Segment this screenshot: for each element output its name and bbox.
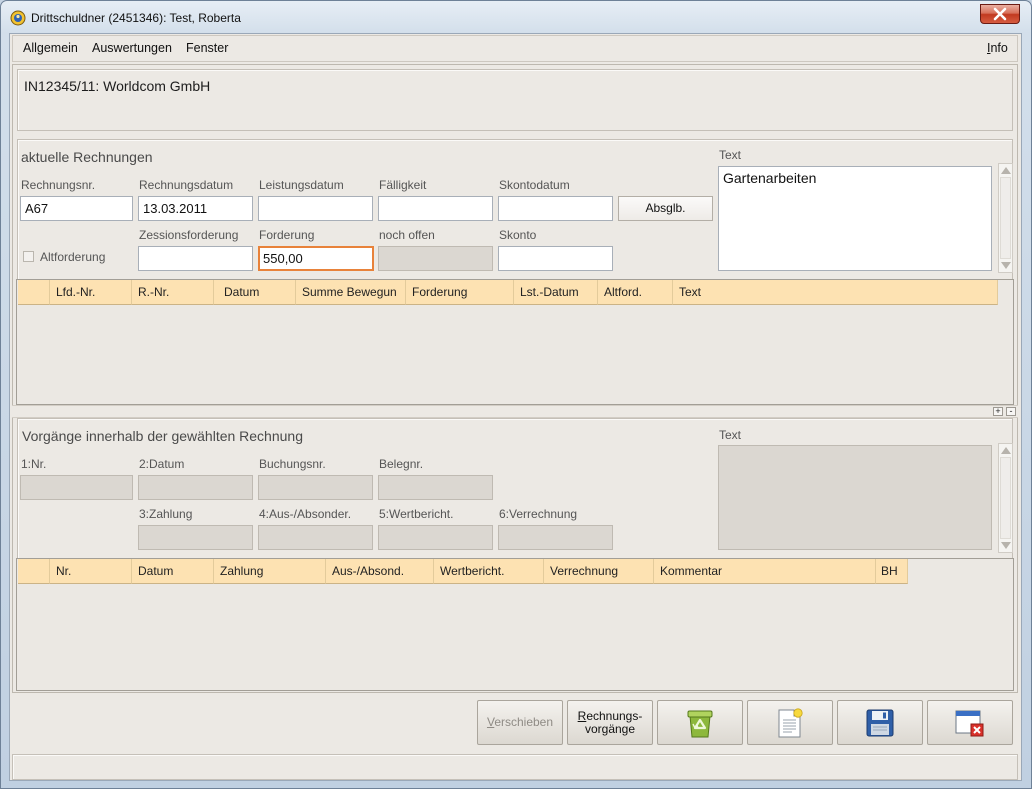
invoices-col-altford[interactable]: Altford. bbox=[598, 280, 673, 305]
invoices-title: aktuelle Rechnungen bbox=[21, 149, 153, 165]
tx-nr-label: 1:Nr. bbox=[21, 457, 47, 471]
zessionsforderung-input[interactable] bbox=[138, 246, 253, 271]
rechnungsnr-input[interactable] bbox=[20, 196, 133, 221]
new-document-button[interactable] bbox=[747, 700, 833, 745]
invoices-col-text[interactable]: Text bbox=[673, 280, 998, 305]
menu-allgemein[interactable]: Allgemein bbox=[23, 41, 78, 56]
invoices-col-lfd-nr[interactable]: Lfd.-Nr. bbox=[50, 280, 132, 305]
invoices-col-datum[interactable]: Datum bbox=[214, 280, 296, 305]
splitter-collapse-button[interactable]: - bbox=[1006, 407, 1016, 416]
tx-buchungsnr-label: Buchungsnr. bbox=[259, 457, 326, 471]
status-bar bbox=[12, 754, 1018, 780]
rechnungsnr-label: Rechnungsnr. bbox=[21, 178, 96, 192]
window-close-button[interactable] bbox=[980, 4, 1020, 24]
menu-auswertungen[interactable]: Auswertungen bbox=[92, 41, 172, 56]
tx-text-area bbox=[718, 445, 992, 550]
rechnungsvorgaenge-label-line2: vorgänge bbox=[584, 721, 636, 736]
tx-zahlung-label: 3:Zahlung bbox=[139, 507, 193, 521]
menu-info[interactable]: Info bbox=[987, 41, 1008, 56]
invoice-text-area[interactable]: Gartenarbeiten bbox=[718, 166, 992, 271]
tx-col-wertbericht[interactable]: Wertbericht. bbox=[434, 559, 544, 584]
tx-col-bh[interactable]: BH bbox=[876, 559, 908, 584]
tx-belegnr-label: Belegnr. bbox=[379, 457, 424, 471]
transactions-table-select-header[interactable] bbox=[18, 559, 50, 584]
tx-col-verrechnung[interactable]: Verrechnung bbox=[544, 559, 654, 584]
rechnungsdatum-input[interactable] bbox=[138, 196, 253, 221]
scroll-down-arrow-icon[interactable] bbox=[1001, 262, 1011, 269]
forderung-input[interactable] bbox=[258, 246, 374, 271]
skonto-label: Skonto bbox=[499, 228, 537, 242]
splitter-bar[interactable] bbox=[12, 405, 1018, 418]
skonto-input[interactable] bbox=[498, 246, 613, 271]
scroll-track[interactable] bbox=[1000, 177, 1011, 259]
scroll-track[interactable] bbox=[1000, 457, 1011, 539]
window-title: Drittschuldner (2451346): Test, Roberta bbox=[31, 11, 241, 25]
tx-nr-input bbox=[20, 475, 133, 500]
skontodatum-input[interactable] bbox=[498, 196, 613, 221]
leistungsdatum-input[interactable] bbox=[258, 196, 373, 221]
tx-belegnr-input bbox=[378, 475, 493, 500]
rechnungsvorgaenge-button[interactable]: Rechnungs- vorgänge bbox=[567, 700, 653, 745]
new-document-icon bbox=[778, 707, 803, 737]
forderung-label: Forderung bbox=[259, 228, 315, 242]
recycle-button[interactable] bbox=[657, 700, 743, 745]
noch-offen-label: noch offen bbox=[379, 228, 435, 242]
faelligkeit-label: Fälligkeit bbox=[379, 178, 427, 192]
scroll-up-arrow-icon[interactable] bbox=[1001, 167, 1011, 174]
tx-datum-input bbox=[138, 475, 253, 500]
tx-col-kommentar[interactable]: Kommentar bbox=[654, 559, 876, 584]
splitter-expand-button[interactable]: + bbox=[993, 407, 1003, 416]
noch-offen-input bbox=[378, 246, 493, 271]
close-window-icon bbox=[955, 710, 984, 736]
tx-aus-absonder-label: 4:Aus-/Absonder. bbox=[259, 507, 352, 521]
tx-verrechnung-label: 6:Verrechnung bbox=[499, 507, 578, 521]
skontodatum-label: Skontodatum bbox=[499, 178, 570, 192]
invoices-table-select-header[interactable] bbox=[18, 280, 50, 305]
invoices-col-lst-datum[interactable]: Lst.-Datum bbox=[514, 280, 598, 305]
close-window-button[interactable] bbox=[927, 700, 1013, 745]
verschieben-label: Verschieben bbox=[486, 715, 554, 729]
app-icon bbox=[10, 10, 26, 26]
verschieben-button: Verschieben bbox=[477, 700, 563, 745]
tx-col-nr[interactable]: Nr. bbox=[50, 559, 132, 584]
menu-fenster[interactable]: Fenster bbox=[186, 41, 228, 56]
tx-wertbericht-input bbox=[378, 525, 493, 550]
invoices-col-r-nr[interactable]: R.-Nr. bbox=[132, 280, 214, 305]
leistungsdatum-label: Leistungsdatum bbox=[259, 178, 344, 192]
invoice-text-scrollbar[interactable] bbox=[998, 163, 1013, 273]
rechnungsvorgaenge-label-line1: Rechnungs- bbox=[577, 708, 643, 723]
faelligkeit-input[interactable] bbox=[378, 196, 493, 221]
altforderung-label[interactable]: Altforderung bbox=[40, 250, 105, 264]
invoices-col-forderung[interactable]: Forderung bbox=[406, 280, 514, 305]
tx-text-scrollbar[interactable] bbox=[998, 443, 1013, 553]
tx-text-label: Text bbox=[719, 428, 742, 442]
close-icon bbox=[993, 7, 1007, 21]
save-button[interactable] bbox=[837, 700, 923, 745]
invoices-col-summe-bewegun[interactable]: Summe Bewegun bbox=[296, 280, 406, 305]
tx-verrechnung-input bbox=[498, 525, 613, 550]
tx-col-aus-absond[interactable]: Aus-/Absond. bbox=[326, 559, 434, 584]
absglb-button[interactable]: Absglb. bbox=[618, 196, 713, 221]
tx-zahlung-input bbox=[138, 525, 253, 550]
scroll-up-arrow-icon[interactable] bbox=[1001, 447, 1011, 454]
invoice-text-label: Text bbox=[719, 148, 742, 162]
scroll-down-arrow-icon[interactable] bbox=[1001, 542, 1011, 549]
tx-col-zahlung[interactable]: Zahlung bbox=[214, 559, 326, 584]
tx-aus-absonder-input bbox=[258, 525, 373, 550]
rechnungsdatum-label: Rechnungsdatum bbox=[139, 178, 234, 192]
recycle-bin-icon bbox=[687, 710, 713, 737]
case-title: IN12345/11: Worldcom GmbH bbox=[24, 78, 211, 94]
tx-col-datum[interactable]: Datum bbox=[132, 559, 214, 584]
zessionsforderung-label: Zessionsforderung bbox=[139, 228, 239, 242]
tx-buchungsnr-input bbox=[258, 475, 373, 500]
tx-datum-label: 2:Datum bbox=[139, 457, 185, 471]
transactions-title: Vorgänge innerhalb der gewählten Rechnun… bbox=[22, 428, 303, 444]
altforderung-checkbox[interactable] bbox=[23, 251, 34, 262]
tx-wertbericht-label: 5:Wertbericht. bbox=[379, 507, 454, 521]
save-icon bbox=[866, 709, 894, 736]
